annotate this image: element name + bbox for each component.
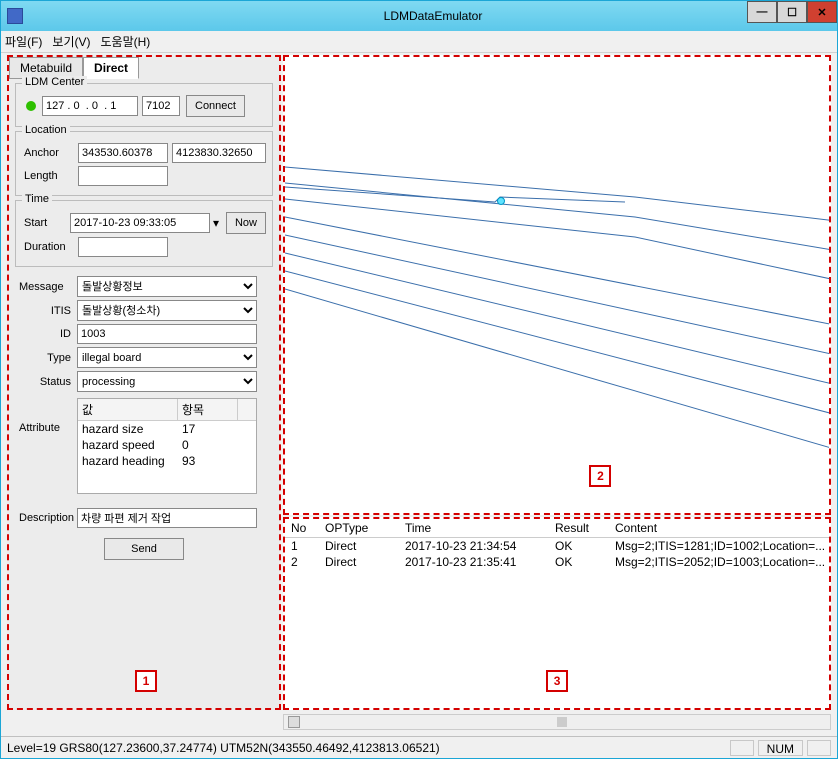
port-input[interactable] bbox=[142, 96, 180, 116]
content-area: Metabuild Direct LDM Center Connect Loca… bbox=[7, 55, 831, 730]
start-label: Start bbox=[22, 217, 70, 229]
attribute-label: Attribute bbox=[17, 398, 77, 434]
connect-button[interactable]: Connect bbox=[186, 95, 245, 117]
menubar: 파일(F) 보기(V) 도움말(H) bbox=[1, 31, 837, 53]
status-text: Level=19 GRS80(127.23600,37.24774) UTM52… bbox=[7, 741, 440, 755]
anchor-x-input[interactable] bbox=[78, 143, 168, 163]
anchor-label: Anchor bbox=[22, 147, 78, 159]
ldm-legend: LDM Center bbox=[22, 76, 87, 88]
id-label: ID bbox=[17, 328, 77, 340]
log-col-result[interactable]: Result bbox=[555, 521, 615, 535]
maximize-button[interactable]: ☐ bbox=[777, 1, 807, 23]
status-numlock: NUM bbox=[758, 740, 803, 756]
length-label: Length bbox=[22, 170, 78, 182]
annotation-3: 3 bbox=[546, 670, 568, 692]
ip-input[interactable] bbox=[42, 96, 138, 116]
scroll-left-icon[interactable] bbox=[288, 716, 300, 728]
log-table[interactable]: No OPType Time Result Content 1 Direct 2… bbox=[285, 519, 829, 570]
app-window: LDMDataEmulator — ☐ ✕ 파일(F) 보기(V) 도움말(H)… bbox=[0, 0, 838, 759]
attribute-table[interactable]: 값항목 hazard size17 hazard speed0 hazard h… bbox=[77, 398, 257, 494]
log-row[interactable]: 2 Direct 2017-10-23 21:35:41 OK Msg=2;IT… bbox=[285, 554, 829, 570]
log-row[interactable]: 1 Direct 2017-10-23 21:34:54 OK Msg=2;IT… bbox=[285, 538, 829, 554]
map-canvas[interactable] bbox=[285, 57, 829, 513]
attr-hdr-key: 값 bbox=[78, 399, 178, 420]
log-header: No OPType Time Result Content bbox=[285, 519, 829, 538]
map-panel[interactable]: 2 bbox=[283, 55, 831, 515]
app-icon bbox=[7, 8, 23, 24]
length-input[interactable] bbox=[78, 166, 168, 186]
duration-input[interactable] bbox=[78, 237, 168, 257]
connection-status-icon bbox=[26, 101, 36, 111]
log-col-time[interactable]: Time bbox=[405, 521, 555, 535]
log-col-no[interactable]: No bbox=[285, 521, 325, 535]
log-col-type[interactable]: OPType bbox=[325, 521, 405, 535]
menu-view[interactable]: 보기(V) bbox=[52, 33, 90, 50]
datetime-dropdown-icon[interactable]: ▾ bbox=[210, 216, 222, 230]
attr-hdr-val: 항목 bbox=[178, 399, 238, 420]
anchor-y-input[interactable] bbox=[172, 143, 266, 163]
statusbar: Level=19 GRS80(127.23600,37.24774) UTM52… bbox=[1, 736, 837, 758]
message-select[interactable]: 돌발상황정보 bbox=[77, 276, 257, 297]
scroll-grip-icon[interactable] bbox=[557, 717, 567, 727]
itis-label: ITIS bbox=[17, 305, 77, 317]
log-col-content[interactable]: Content bbox=[615, 521, 829, 535]
minimize-button[interactable]: — bbox=[747, 1, 777, 23]
group-ldm-center: LDM Center Connect bbox=[15, 83, 273, 127]
message-form: Message 돌발상황정보 ITIS 돌발상황(청소차) ID Type il… bbox=[9, 269, 279, 567]
time-legend: Time bbox=[22, 193, 52, 205]
status-cell-empty2 bbox=[807, 740, 831, 756]
message-label: Message bbox=[17, 281, 77, 293]
attr-row: hazard size17 bbox=[78, 421, 256, 437]
now-button[interactable]: Now bbox=[226, 212, 266, 234]
type-label: Type bbox=[17, 352, 77, 364]
group-time: Time Start ▾ Now Duration bbox=[15, 200, 273, 267]
tab-direct[interactable]: Direct bbox=[83, 57, 139, 79]
status-cell-empty bbox=[730, 740, 754, 756]
location-legend: Location bbox=[22, 124, 70, 136]
horizontal-scrollbar[interactable] bbox=[283, 714, 831, 730]
close-button[interactable]: ✕ bbox=[807, 1, 837, 23]
attr-row: hazard speed0 bbox=[78, 437, 256, 453]
window-title: LDMDataEmulator bbox=[29, 9, 837, 23]
annotation-1: 1 bbox=[135, 670, 157, 692]
left-panel: Metabuild Direct LDM Center Connect Loca… bbox=[7, 55, 281, 710]
description-input[interactable] bbox=[77, 508, 257, 528]
itis-select[interactable]: 돌발상황(청소차) bbox=[77, 300, 257, 321]
send-button[interactable]: Send bbox=[104, 538, 184, 560]
log-panel: No OPType Time Result Content 1 Direct 2… bbox=[283, 517, 831, 710]
status-label: Status bbox=[17, 376, 77, 388]
group-location: Location Anchor Length bbox=[15, 131, 273, 196]
status-select[interactable]: processing bbox=[77, 371, 257, 392]
annotation-2: 2 bbox=[589, 465, 611, 487]
description-label: Description bbox=[17, 512, 77, 524]
type-select[interactable]: illegal board bbox=[77, 347, 257, 368]
duration-label: Duration bbox=[22, 241, 78, 253]
start-input[interactable] bbox=[70, 213, 210, 233]
titlebar[interactable]: LDMDataEmulator — ☐ ✕ bbox=[1, 1, 837, 31]
menu-help[interactable]: 도움말(H) bbox=[100, 33, 150, 50]
attr-row: hazard heading93 bbox=[78, 453, 256, 469]
menu-file[interactable]: 파일(F) bbox=[5, 33, 42, 50]
map-marker-icon bbox=[497, 197, 505, 205]
id-input[interactable] bbox=[77, 324, 257, 344]
